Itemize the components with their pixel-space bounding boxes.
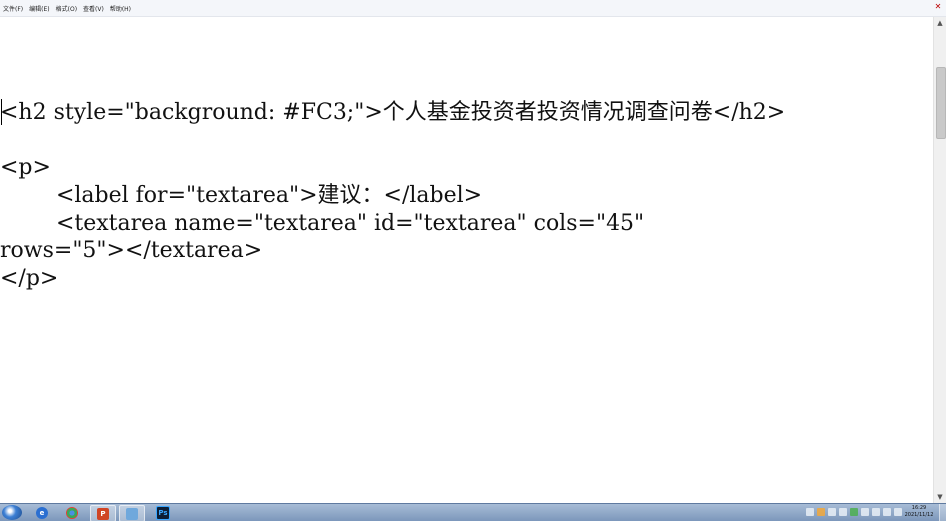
code-line-6: </p>	[0, 266, 59, 291]
code-line-5: rows="5"></textarea>	[0, 238, 263, 263]
taskbar-powerpoint[interactable]: P	[90, 505, 116, 522]
photoshop-icon: Ps	[156, 505, 170, 520]
close-icon[interactable]: ✕	[932, 1, 944, 12]
clock-time: 16:29	[911, 505, 927, 511]
taskbar-clock[interactable]: 16:29 2021/11/12	[902, 505, 936, 519]
code-line-2: <p>	[0, 155, 51, 180]
code-line-3: <label for="textarea">建议：</label>	[0, 183, 483, 208]
system-tray	[806, 508, 902, 516]
tray-keyboard-icon[interactable]	[806, 508, 814, 516]
tray-green-icon[interactable]	[850, 508, 858, 516]
show-desktop-button[interactable]	[939, 504, 946, 521]
taskbar-notepad[interactable]	[119, 505, 145, 522]
tray-network-icon[interactable]	[828, 508, 836, 516]
internet-explorer-icon: e	[36, 506, 48, 519]
menu-file[interactable]: 文件(F)	[3, 4, 23, 13]
tray-volume-icon[interactable]	[872, 508, 880, 516]
code-line-1: <h2 style="background: #FC3;">个人基金投资者投资情…	[0, 100, 786, 125]
menu-bar: 文件(F) 编辑(E) 格式(O) 查看(V) 帮助(H) ✕	[0, 0, 946, 17]
powerpoint-icon: P	[97, 507, 109, 520]
taskbar-chrome[interactable]	[60, 505, 84, 520]
tray-shield-icon[interactable]	[817, 508, 825, 516]
scroll-down-icon[interactable]: ▼	[934, 491, 946, 503]
taskbar-internet-explorer[interactable]: e	[30, 505, 54, 520]
chrome-icon	[66, 506, 78, 519]
scrollbar-thumb[interactable]	[936, 67, 946, 139]
taskbar-photoshop[interactable]: Ps	[151, 505, 175, 520]
taskbar: e P Ps 16:29 2021/11/12	[0, 503, 946, 522]
menu-format[interactable]: 格式(O)	[56, 4, 77, 13]
tray-power-icon[interactable]	[861, 508, 869, 516]
tray-flag-icon[interactable]	[894, 508, 902, 516]
menu-edit[interactable]: 编辑(E)	[29, 4, 49, 13]
tray-app-icon[interactable]	[839, 508, 847, 516]
menu-help[interactable]: 帮助(H)	[110, 4, 131, 13]
tray-ime-icon[interactable]	[883, 508, 891, 516]
start-button[interactable]	[2, 505, 22, 520]
clock-date: 2021/11/12	[904, 512, 934, 518]
text-editor-area[interactable]: <h2 style="background: #FC3;">个人基金投资者投资情…	[0, 17, 933, 503]
code-line-4: <textarea name="textarea" id="textarea" …	[0, 211, 645, 236]
vertical-scrollbar[interactable]: ▲ ▼	[933, 17, 946, 503]
notepad-icon	[126, 507, 138, 520]
menu-view[interactable]: 查看(V)	[83, 4, 104, 13]
scroll-up-icon[interactable]: ▲	[934, 17, 946, 29]
window-controls: ✕	[932, 1, 944, 12]
